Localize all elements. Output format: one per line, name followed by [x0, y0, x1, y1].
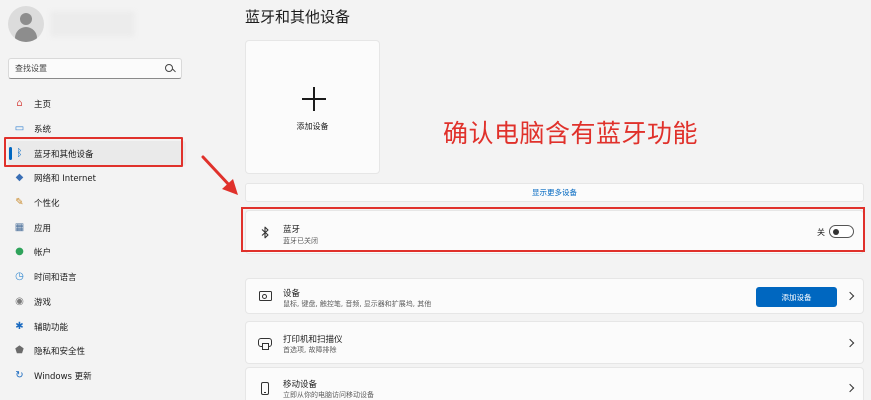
mobile-subtitle: 立即从你的电脑访问移动设备 [283, 391, 374, 399]
sidebar-item-label: 时间和语言 [34, 273, 77, 284]
highlight-box-nav [4, 137, 183, 167]
sidebar-item[interactable]: ◷ 时间和语言 [8, 265, 186, 290]
sidebar-item[interactable]: ✱ 辅助功能 [8, 314, 186, 339]
add-device-label: 添加设备 [296, 122, 329, 131]
sidebar-item-label: Windows 更新 [34, 371, 92, 382]
show-more-devices-link[interactable]: 显示更多设备 [245, 183, 864, 202]
username-redacted [50, 11, 135, 37]
brush-icon: ✎ [15, 197, 24, 209]
chevron-right-icon[interactable] [845, 338, 855, 347]
avatar-shoulders [15, 27, 37, 42]
network-icon: ◆ [15, 172, 24, 184]
sidebar-item-label: 主页 [34, 100, 52, 111]
clock-globe-icon: ◷ [15, 271, 24, 283]
show-more-label: 显示更多设备 [532, 188, 577, 197]
sidebar-item[interactable]: ↻ Windows 更新 [8, 364, 186, 389]
sidebar-item-label: 个性化 [34, 199, 60, 210]
devices-title: 设备 [283, 289, 301, 299]
gamepad-icon: ◉ [15, 295, 24, 307]
sidebar-item[interactable]: ◉ 游戏 [8, 290, 186, 315]
account-icon: ● [15, 246, 24, 258]
page-title: 蓝牙和其他设备 [245, 8, 351, 26]
sidebar-item-label: 游戏 [34, 297, 52, 308]
devices-icon [258, 289, 272, 303]
apps-icon: ▦ [14, 221, 25, 233]
sidebar-item[interactable]: ◆ 网络和 Internet [8, 166, 186, 191]
mobile-devices-card[interactable]: 移动设备 立即从你的电脑访问移动设备 [245, 367, 864, 400]
sidebar-item[interactable]: ✎ 个性化 [8, 191, 186, 216]
shield-icon: ⬟ [15, 345, 24, 357]
chevron-right-icon[interactable] [845, 383, 855, 393]
avatar-head [20, 13, 32, 25]
sidebar-item-label: 系统 [34, 125, 52, 136]
printer-icon [258, 336, 272, 350]
sidebar: ⌂主页▭系统ᛒ蓝牙和其他设备◆网络和 Internet✎个性化▦应用●帐户◷时间… [0, 0, 200, 400]
devices-card[interactable]: 设备 鼠标, 键盘, 触控笔, 音频, 显示器和扩展坞, 其他 添加设备 [245, 278, 864, 314]
sidebar-item-label: 辅助功能 [34, 322, 69, 333]
printers-card[interactable]: 打印机和扫描仪 首选项, 故障排除 [245, 321, 864, 364]
add-device-button[interactable]: 添加设备 [756, 287, 837, 307]
add-device-tile[interactable]: 添加设备 [245, 40, 380, 174]
highlight-box-bluetooth [241, 207, 865, 252]
sidebar-item[interactable]: ● 帐户 [8, 240, 186, 265]
annotation-text: 确认电脑含有蓝牙功能 [443, 119, 699, 148]
search-box[interactable] [8, 58, 182, 79]
printers-title: 打印机和扫描仪 [283, 335, 343, 345]
sidebar-item-label: 网络和 Internet [34, 174, 96, 185]
avatar[interactable] [8, 6, 44, 42]
search-icon[interactable] [165, 63, 175, 74]
phone-icon [258, 381, 272, 395]
system-icon: ▭ [14, 123, 25, 135]
home-icon: ⌂ [16, 98, 23, 110]
sidebar-item-label: 隐私和安全性 [34, 347, 86, 358]
printers-subtitle: 首选项, 故障排除 [283, 346, 337, 354]
update-icon: ↻ [15, 369, 24, 381]
chevron-right-icon[interactable] [845, 291, 855, 301]
sidebar-item-label: 帐户 [34, 248, 52, 259]
search-input[interactable] [15, 64, 165, 73]
mobile-title: 移动设备 [283, 380, 318, 390]
plus-icon [302, 87, 326, 111]
accessibility-icon: ✱ [15, 320, 24, 332]
sidebar-item[interactable]: ▦ 应用 [8, 215, 186, 240]
sidebar-item[interactable]: ⌂ 主页 [8, 92, 186, 117]
devices-subtitle: 鼠标, 键盘, 触控笔, 音频, 显示器和扩展坞, 其他 [283, 300, 432, 308]
sidebar-item-label: 应用 [34, 223, 52, 234]
sidebar-item[interactable]: ⬟ 隐私和安全性 [8, 339, 186, 364]
